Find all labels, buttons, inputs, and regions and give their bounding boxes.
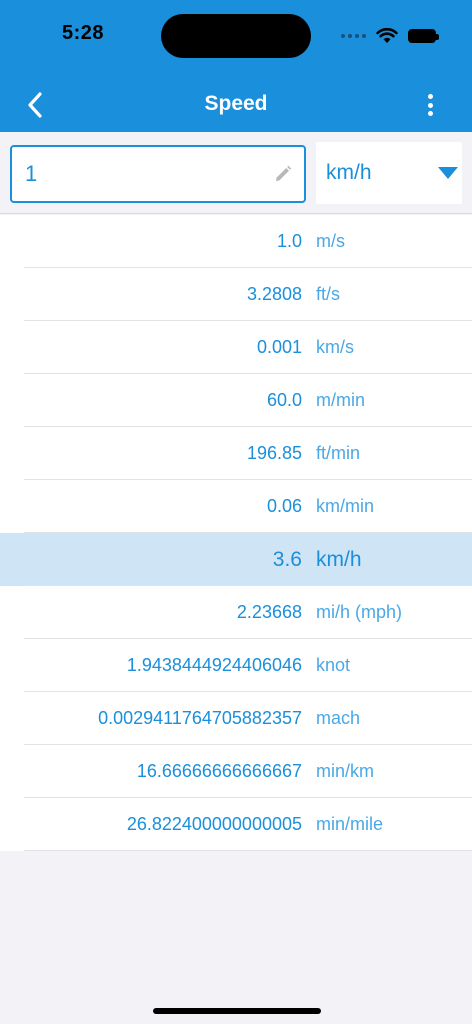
result-value: 0.001	[256, 337, 302, 357]
result-unit: ft/min	[316, 443, 361, 463]
result-value: 3.6	[272, 547, 302, 571]
result-unit: km/h	[316, 547, 362, 571]
result-value: 16.66666666666667	[136, 761, 302, 781]
result-unit: ft/s	[316, 284, 341, 304]
result-unit: m/min	[316, 390, 365, 410]
result-value: 2.23668	[236, 602, 302, 622]
caret-down-icon	[438, 167, 458, 179]
more-vertical-icon	[427, 94, 433, 99]
result-value: 26.822400000000005	[126, 814, 302, 834]
result-unit: km/min	[316, 496, 374, 516]
result-row-mph[interactable]: 2.23668 mi/h (mph)	[0, 586, 472, 639]
result-value: 0.06	[266, 496, 302, 516]
result-value: 0.0029411764705882357	[98, 708, 302, 728]
result-value: 1.9438444924406046	[126, 655, 302, 675]
more-options-button[interactable]	[424, 92, 436, 118]
result-value: 3.2808	[246, 284, 302, 304]
result-unit: mach	[316, 708, 361, 728]
unit-dropdown[interactable]: km/h	[316, 142, 462, 204]
result-unit: min/mile	[316, 814, 384, 834]
page-title: Speed	[204, 92, 268, 115]
conversion-results-list: 1.0 m/s 3.2808 ft/s 0.001 km/s 60.0 m/mi…	[0, 215, 472, 851]
wifi-icon	[376, 28, 398, 43]
dynamic-island	[161, 14, 311, 58]
result-unit: mi/h (mph)	[316, 602, 403, 622]
cellular-signal-icon	[341, 34, 366, 38]
result-value: 60.0	[266, 390, 302, 410]
result-row-knot[interactable]: 1.9438444924406046 knot	[0, 639, 472, 692]
result-row-km-s[interactable]: 0.001 km/s	[0, 321, 472, 374]
result-unit: knot	[316, 655, 351, 675]
result-row-m-s[interactable]: 1.0 m/s	[0, 215, 472, 268]
unit-dropdown-value: km/h	[326, 161, 372, 184]
result-row-min-mile[interactable]: 26.822400000000005 min/mile	[0, 798, 472, 851]
result-row-ft-s[interactable]: 3.2808 ft/s	[0, 268, 472, 321]
result-value: 196.85	[246, 443, 302, 463]
converter-input-row: km/h	[0, 132, 472, 214]
result-unit: km/s	[316, 337, 354, 357]
result-row-ft-min[interactable]: 196.85 ft/min	[0, 427, 472, 480]
status-time: 5:28	[62, 22, 105, 44]
app-header: 5:28 Speed	[0, 0, 472, 132]
battery-icon	[408, 29, 439, 43]
result-unit: m/s	[316, 231, 345, 251]
result-row-min-km[interactable]: 16.66666666666667 min/km	[0, 745, 472, 798]
value-input-box[interactable]	[10, 145, 306, 203]
result-row-m-min[interactable]: 60.0 m/min	[0, 374, 472, 427]
result-row-km-h-selected[interactable]: 3.6 km/h	[0, 533, 472, 586]
result-unit: min/km	[316, 761, 374, 781]
result-value: 1.0	[276, 231, 302, 251]
home-indicator[interactable]	[153, 1008, 321, 1014]
value-input[interactable]	[25, 161, 274, 187]
pencil-icon	[276, 165, 292, 181]
status-icons	[341, 24, 439, 48]
result-row-mach[interactable]: 0.0029411764705882357 mach	[0, 692, 472, 745]
result-row-km-min[interactable]: 0.06 km/min	[0, 480, 472, 533]
